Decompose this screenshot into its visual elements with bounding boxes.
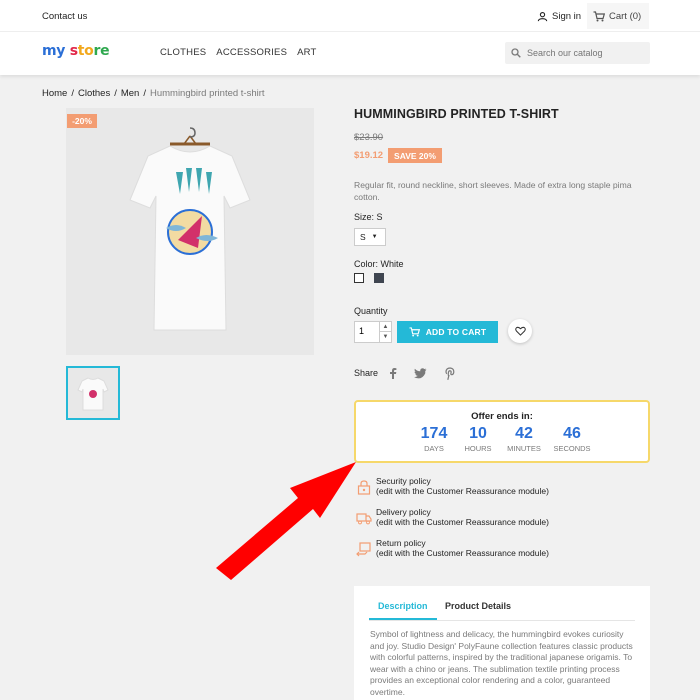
- regular-price: $23.90: [354, 132, 384, 143]
- product-title: HUMMINGBIRD PRINTED T-SHIRT: [354, 107, 559, 121]
- quantity-down-button[interactable]: ▼: [379, 332, 391, 342]
- breadcrumb-current: Hummingbird printed t-shirt: [149, 88, 265, 99]
- contact-us-link[interactable]: Contact us: [42, 11, 87, 22]
- add-to-cart-button[interactable]: ADD TO CART: [397, 321, 498, 343]
- return-icon: [356, 542, 371, 557]
- save-badge: SAVE 20%: [388, 148, 442, 163]
- countdown-seconds-label: SECONDS: [553, 444, 591, 453]
- product-thumbnail[interactable]: [66, 366, 120, 420]
- product-tabs: Description Product Details Symbol of li…: [354, 586, 650, 700]
- countdown-hours-label: HOURS: [464, 444, 492, 453]
- reassurance-return-title: Return policy: [376, 538, 426, 548]
- facebook-icon[interactable]: [384, 364, 402, 382]
- size-select-value: S: [360, 232, 366, 242]
- breadcrumb: Home / Clothes / Men / Hummingbird printed …: [42, 88, 265, 99]
- user-icon: [537, 12, 548, 22]
- cart-button[interactable]: Cart (0): [587, 3, 649, 29]
- countdown-days-value: 174: [420, 425, 448, 442]
- reassurance-security: Security policy (edit with the Customer R…: [356, 476, 586, 502]
- reassurance-security-sub: (edit with the Customer Reassurance modu…: [376, 486, 549, 496]
- chevron-down-icon: ▼: [371, 234, 378, 240]
- reassurance-delivery: Delivery policy (edit with the Customer R…: [356, 507, 586, 533]
- cart-icon: [409, 327, 420, 337]
- quantity-label: Quantity: [354, 306, 388, 316]
- discount-badge: -20%: [67, 114, 97, 128]
- search-icon[interactable]: [511, 48, 521, 58]
- product-main-image[interactable]: [66, 108, 314, 355]
- breadcrumb-men[interactable]: Men: [121, 88, 139, 99]
- countdown-hours-value: 10: [469, 425, 487, 442]
- reassurance-return: Return policy (edit with the Customer Rea…: [356, 538, 586, 564]
- cart-label: Cart (0): [609, 10, 642, 22]
- tab-description[interactable]: Description: [378, 601, 428, 611]
- reassurance-delivery-title: Delivery policy: [376, 507, 431, 517]
- countdown-seconds-value: 46: [563, 425, 581, 442]
- countdown-hours: 10 HOURS: [460, 425, 496, 453]
- lock-icon: [357, 480, 371, 495]
- color-label: Color: White: [354, 259, 404, 269]
- size-label: Size: S: [354, 212, 383, 222]
- search-box: [505, 42, 650, 64]
- twitter-icon[interactable]: [411, 364, 429, 382]
- wishlist-button[interactable]: [508, 319, 532, 343]
- quantity-stepper: ▲ ▼: [354, 321, 392, 343]
- reassurance-delivery-sub: (edit with the Customer Reassurance modu…: [376, 517, 549, 527]
- add-to-cart-label: ADD TO CART: [425, 327, 487, 337]
- sign-in-label: Sign in: [552, 11, 582, 22]
- color-swatch-white[interactable]: [354, 273, 364, 283]
- countdown-minutes-value: 42: [515, 425, 533, 442]
- tshirt-image: [129, 127, 251, 331]
- countdown-days-label: DAYS: [424, 444, 444, 453]
- menu-item-art[interactable]: ART: [297, 47, 316, 58]
- top-nav: Contact us Sign in Cart (0): [0, 0, 700, 32]
- color-swatch-dark[interactable]: [374, 273, 384, 283]
- countdown-minutes: 42 MINUTES: [502, 425, 546, 453]
- countdown-days: 174 DAYS: [414, 425, 454, 453]
- reassurance-security-title: Security policy: [376, 476, 431, 486]
- breadcrumb-clothes[interactable]: Clothes: [78, 88, 110, 99]
- quantity-up-button[interactable]: ▲: [379, 322, 391, 332]
- size-select[interactable]: S ▼: [354, 228, 386, 246]
- countdown-minutes-label: MINUTES: [507, 444, 541, 453]
- product-description-text: Symbol of lightness and delicacy, the hu…: [370, 629, 633, 697]
- main-menu: CLOTHES ACCESSORIES ART: [160, 47, 317, 58]
- reassurance-return-sub: (edit with the Customer Reassurance modu…: [376, 548, 549, 558]
- cart-icon: [593, 10, 605, 21]
- sign-in-link[interactable]: Sign in: [537, 11, 581, 22]
- pinterest-icon[interactable]: [441, 364, 459, 382]
- tab-product-details[interactable]: Product Details: [445, 601, 511, 611]
- header: my store CLOTHES ACCESSORIES ART: [0, 32, 700, 75]
- breadcrumb-home[interactable]: Home: [42, 88, 67, 99]
- offer-countdown: Offer ends in: 174 DAYS 10 HOURS 42 MINU…: [354, 400, 650, 463]
- search-input[interactable]: [527, 48, 637, 58]
- countdown-seconds: 46 SECONDS: [550, 425, 594, 453]
- store-logo[interactable]: my store: [42, 43, 110, 59]
- quantity-input[interactable]: [359, 326, 377, 336]
- current-price: $19.12: [354, 150, 384, 161]
- heart-icon: [514, 326, 526, 336]
- countdown-title: Offer ends in:: [471, 411, 533, 422]
- share-label: Share: [354, 368, 379, 378]
- truck-icon: [356, 513, 372, 525]
- tshirt-thumbnail-image: [77, 377, 109, 411]
- short-description: Regular fit, round neckline, short sleev…: [354, 180, 632, 202]
- menu-item-clothes[interactable]: CLOTHES: [160, 47, 206, 58]
- menu-item-accessories[interactable]: ACCESSORIES: [216, 47, 287, 58]
- tab-divider: [369, 620, 635, 621]
